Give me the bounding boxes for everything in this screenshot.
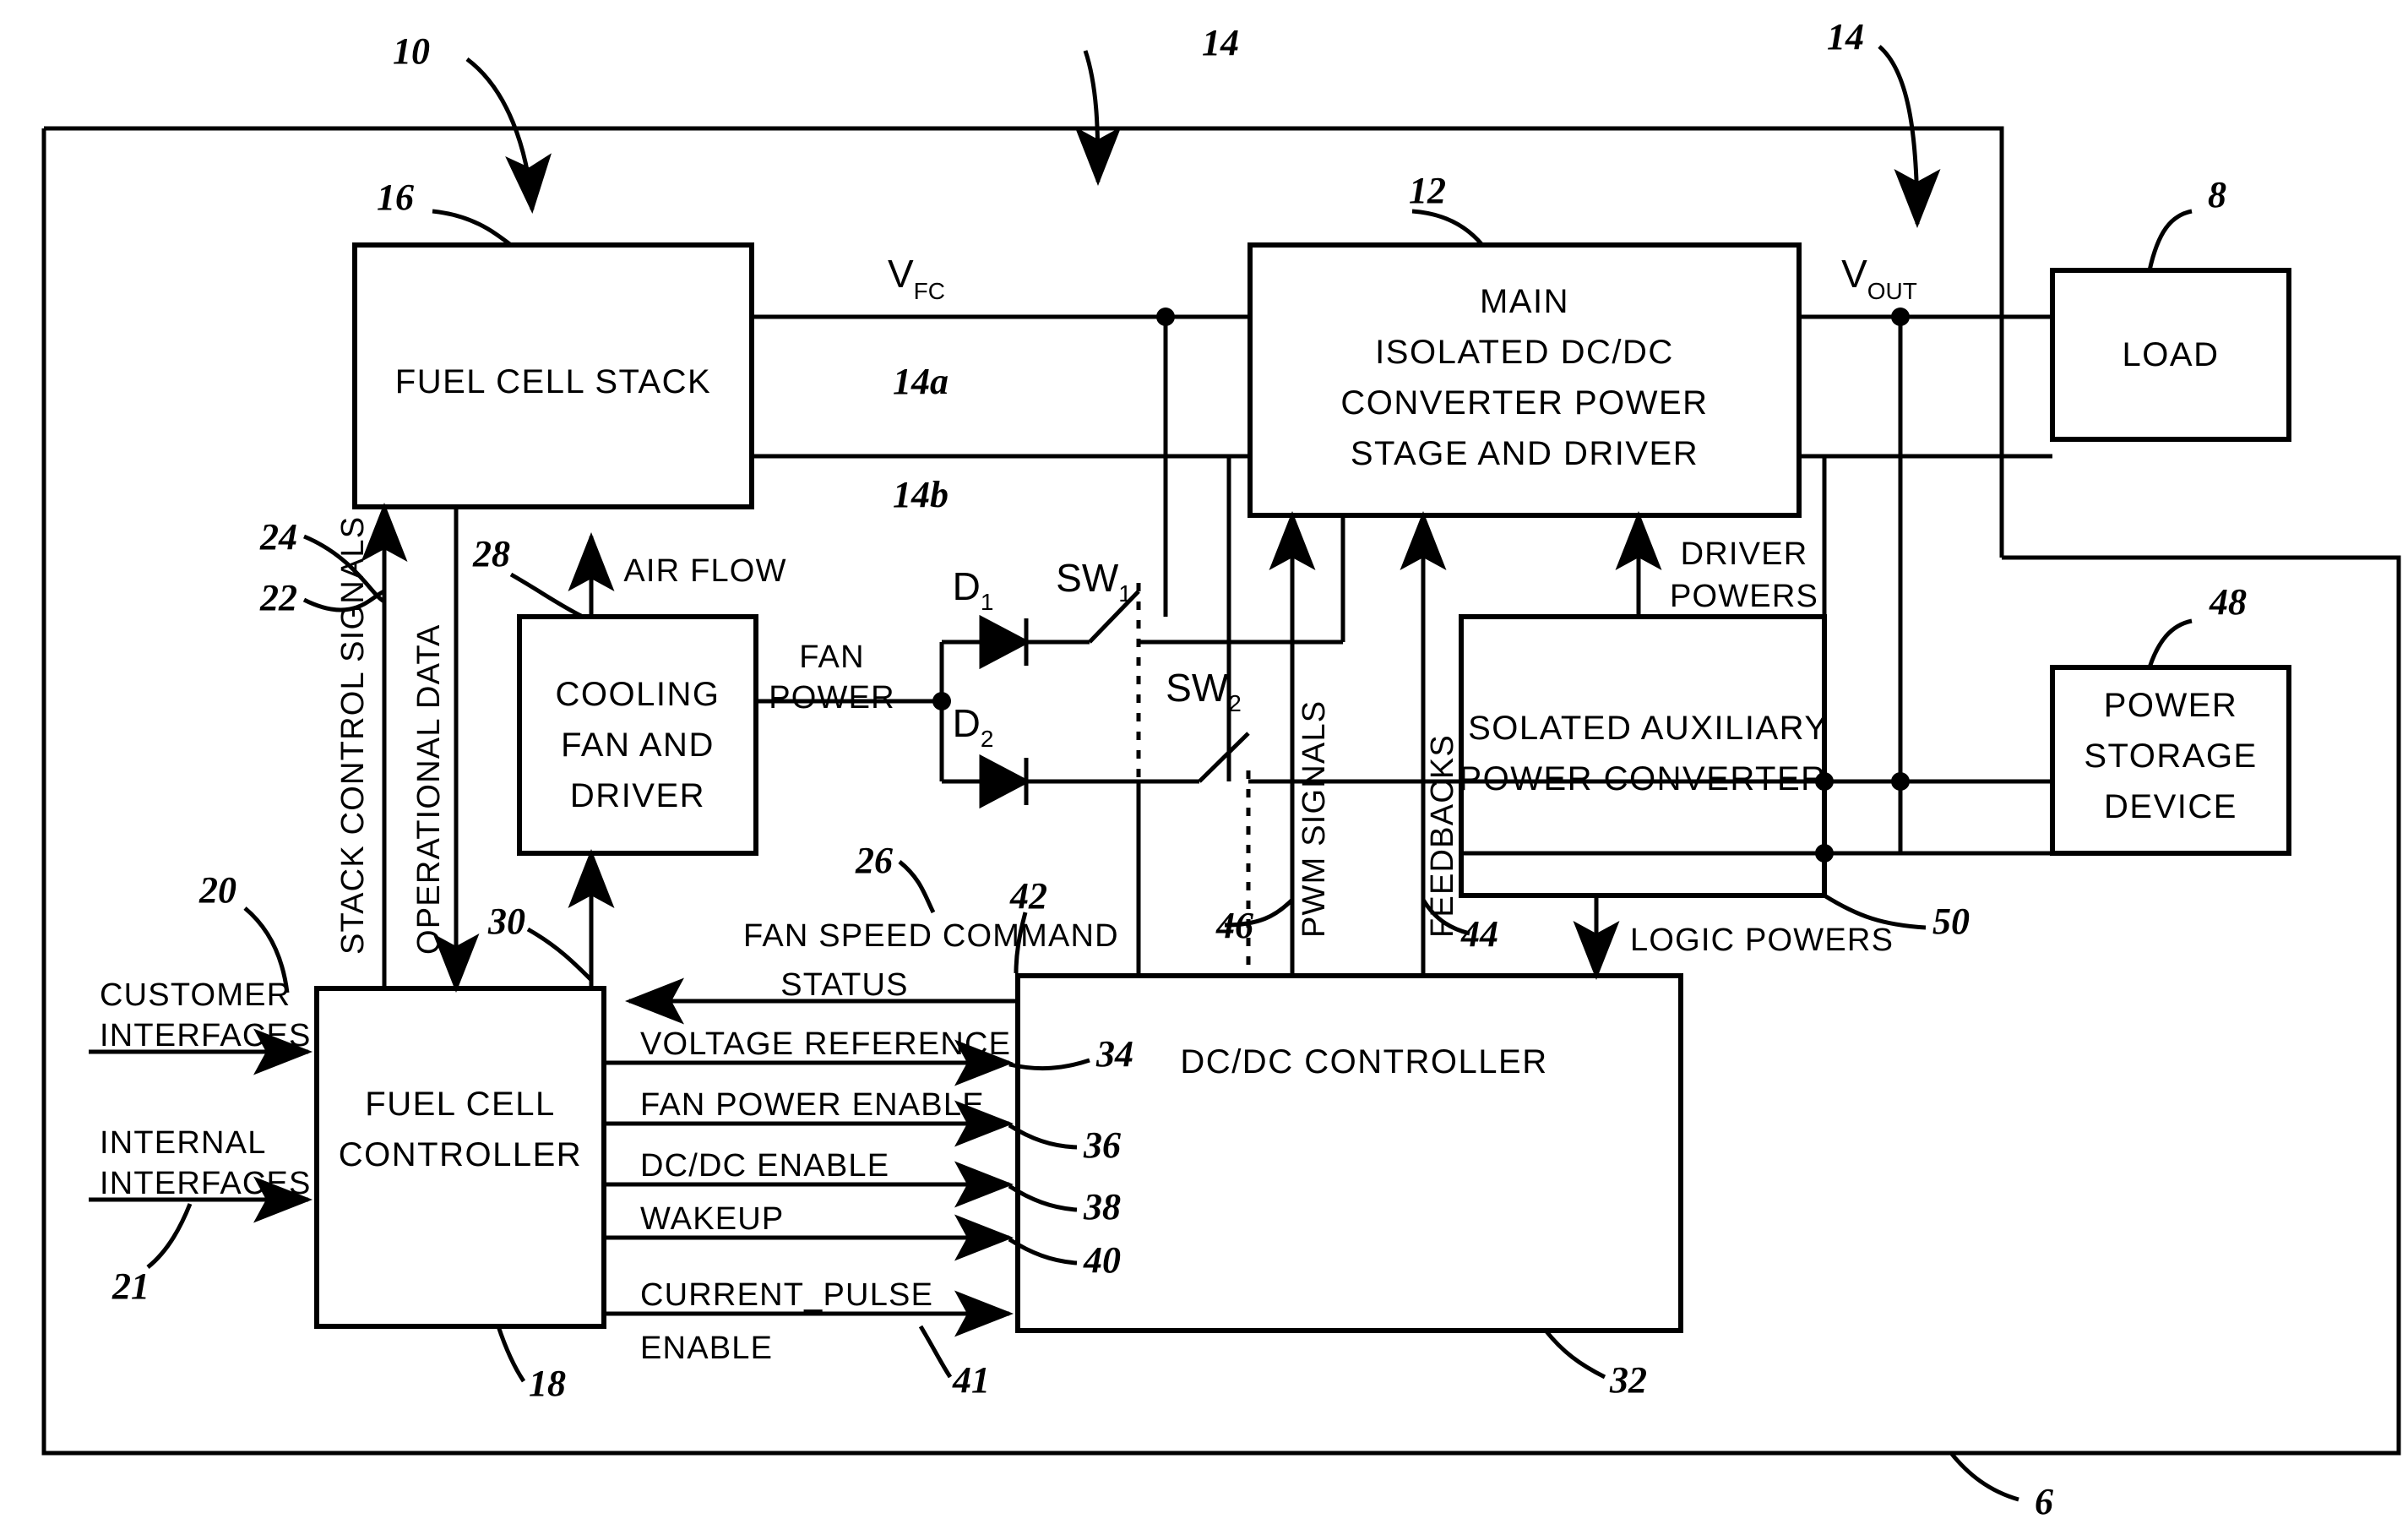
ref-21: 21 [111, 1266, 149, 1307]
fuel-cell-controller-line-1: FUEL CELL [365, 1086, 555, 1123]
signal-label-enable: ENABLE [640, 1331, 773, 1366]
ref-42: 42 [1009, 875, 1047, 917]
ref-24: 24 [259, 516, 297, 558]
ref-32: 32 [1609, 1359, 1647, 1401]
ref-14-left: 14 [1202, 22, 1239, 63]
feedbacks-label: FEEDBACKS [1425, 734, 1460, 938]
fan-power-label-2: POWER [769, 680, 895, 716]
power-storage-line-1: POWER [2104, 687, 2238, 724]
ref-6: 6 [2035, 1481, 2053, 1522]
air-flow-label: AIR FLOW [623, 553, 786, 589]
internal-interfaces-label-2: INTERFACES [100, 1166, 312, 1201]
signal-label-dcdc-enable: DC/DC ENABLE [640, 1148, 889, 1184]
ref-18: 18 [529, 1363, 566, 1404]
power-storage-line-2: STORAGE [2084, 738, 2257, 775]
fan-speed-command-label: FAN SPEED COMMAND [743, 918, 1119, 954]
figure-canvas: 10 14 14 16 12 8 48 24 22 28 26 30 42 46… [0, 0, 2408, 1535]
ref-50: 50 [1932, 901, 1970, 942]
signal-label-status: STATUS [780, 967, 908, 1003]
customer-interfaces-label-1: CUSTOMER [100, 977, 291, 1013]
ref-41: 41 [952, 1359, 990, 1401]
ref-14-right: 14 [1827, 16, 1864, 57]
aux-converter-line-1: ISOLATED AUXILIARY [1457, 710, 1828, 747]
main-converter-line-3: CONVERTER POWER [1340, 384, 1708, 422]
aux-converter-line-2: POWER CONVERTER [1459, 760, 1826, 797]
ref-16: 16 [377, 177, 414, 218]
ref-28: 28 [472, 533, 510, 574]
ref-14b: 14b [893, 474, 949, 515]
ref-38: 38 [1083, 1186, 1121, 1227]
ref-40: 40 [1083, 1239, 1121, 1281]
logic-powers-label: LOGIC POWERS [1630, 923, 1894, 958]
ref-20: 20 [198, 869, 236, 911]
ref-14a: 14a [893, 361, 949, 402]
fuel-cell-controller-line-2: CONTROLLER [339, 1136, 582, 1173]
fuel-cell-stack-label: FUEL CELL STACK [395, 363, 711, 400]
ref-8: 8 [2208, 174, 2226, 215]
dcdc-controller-label: DC/DC CONTROLLER [1180, 1043, 1547, 1080]
driver-powers-label-1: DRIVER [1681, 536, 1808, 572]
main-converter-line-1: MAIN [1480, 283, 1569, 320]
fan-power-label-1: FAN [799, 640, 865, 675]
signal-label-fan-power-enable: FAN POWER ENABLE [640, 1087, 985, 1123]
main-converter-line-4: STAGE AND DRIVER [1351, 435, 1699, 472]
ref-34: 34 [1095, 1033, 1133, 1075]
internal-interfaces-label-1: INTERNAL [100, 1125, 267, 1161]
power-storage-line-3: DEVICE [2104, 788, 2237, 825]
cooling-fan-line-2: FAN AND [561, 727, 715, 764]
driver-powers-label-2: POWERS [1670, 579, 1818, 614]
main-converter-line-2: ISOLATED DC/DC [1375, 334, 1674, 371]
ref-12: 12 [1409, 170, 1446, 211]
load-label: LOAD [2123, 336, 2220, 373]
customer-interfaces-label-2: INTERFACES [100, 1018, 312, 1053]
operational-data-label: OPERATIONAL DATA [411, 623, 447, 955]
patent-figure: 10 14 14 16 12 8 48 24 22 28 26 30 42 46… [0, 0, 2408, 1535]
ref-10: 10 [393, 30, 430, 72]
signal-label-current-pulse: CURRENT_PULSE [640, 1277, 933, 1313]
ref-36: 36 [1083, 1124, 1121, 1166]
ref-46: 46 [1215, 905, 1253, 946]
ref-26: 26 [855, 840, 893, 881]
signal-label-voltage-reference: VOLTAGE REFERENCE [640, 1026, 1011, 1062]
pwm-signals-label: PWM SIGNALS [1296, 700, 1332, 938]
ref-48: 48 [2209, 581, 2247, 623]
ref-30: 30 [487, 901, 525, 942]
cooling-fan-line-3: DRIVER [570, 777, 705, 814]
cooling-fan-line-1: COOLING [556, 676, 720, 713]
ref-22: 22 [259, 577, 297, 618]
stack-control-signals-label: STACK CONTROL SIGNALS [335, 516, 371, 955]
ref-44: 44 [1460, 913, 1498, 955]
signal-label-wakeup: WAKEUP [640, 1201, 784, 1237]
